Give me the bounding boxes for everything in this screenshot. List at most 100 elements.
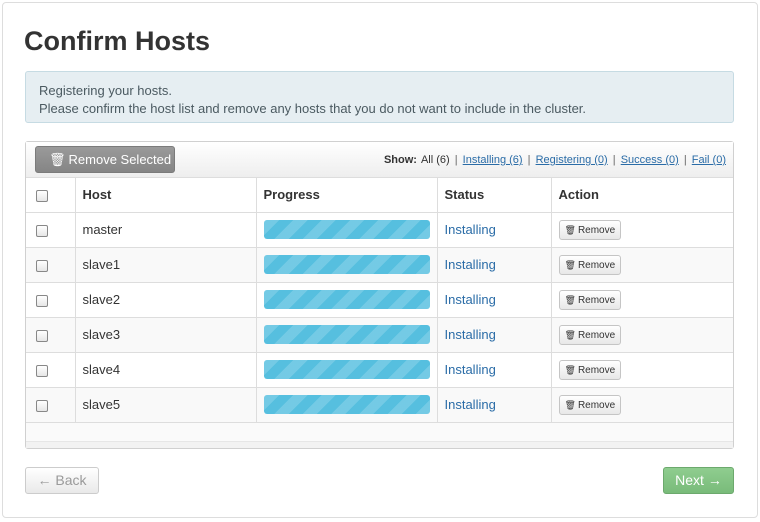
row-remove-button[interactable]: 🗑 Remove — [558, 359, 622, 380]
filter-separator: | — [683, 154, 687, 166]
info-alert: Registering your hosts. Please confirm t… — [25, 71, 734, 123]
filter-success[interactable]: Success (0) — [621, 154, 679, 166]
column-header-status: Status — [437, 178, 552, 213]
progress-bar-fill — [263, 220, 430, 239]
table-row: slave3 Installing 🗑 Remove — [26, 317, 733, 353]
action-cell: 🗑 Remove — [551, 352, 733, 388]
row-remove-label: Remove — [577, 329, 616, 341]
progress-bar — [263, 255, 430, 274]
row-remove-label: Remove — [577, 259, 616, 271]
show-label: Show: — [383, 154, 417, 166]
progress-bar — [263, 395, 430, 414]
table-row: slave4 Installing 🗑 Remove — [26, 352, 733, 388]
trash-icon: 🗑 — [564, 399, 576, 410]
status-link[interactable]: Installing — [445, 222, 496, 237]
row-select-cell — [26, 387, 76, 423]
row-select-cell — [26, 247, 76, 283]
info-line-confirm: Please confirm the host list and remove … — [39, 101, 587, 116]
filter-separator: | — [454, 154, 458, 166]
row-checkbox[interactable] — [36, 259, 48, 272]
progress-bar — [263, 220, 430, 239]
status-link[interactable]: Installing — [445, 292, 496, 307]
trash-icon: 🗑 — [49, 152, 66, 167]
column-header-progress: Progress — [256, 178, 438, 213]
progress-bar — [263, 290, 430, 309]
progress-bar-fill — [263, 395, 430, 414]
row-remove-button[interactable]: 🗑 Remove — [558, 254, 622, 275]
row-remove-button[interactable]: 🗑 Remove — [558, 394, 622, 415]
status-cell: Installing — [437, 317, 552, 353]
status-filter: Show: All (6) | Installing (6) | Register… — [384, 154, 726, 166]
next-button[interactable]: Next → — [663, 467, 734, 494]
row-remove-button[interactable]: 🗑 Remove — [558, 219, 622, 240]
host-name: slave3 — [75, 317, 257, 353]
progress-cell — [256, 212, 438, 248]
info-line-registering: Registering your hosts. — [39, 83, 172, 98]
host-name: slave1 — [75, 247, 257, 283]
page-title: Confirm Hosts — [24, 26, 211, 56]
host-name: master — [75, 212, 257, 248]
row-checkbox[interactable] — [36, 224, 48, 237]
row-remove-label: Remove — [577, 224, 616, 236]
progress-cell — [256, 387, 438, 423]
filter-separator: | — [612, 154, 616, 166]
progress-bar — [263, 325, 430, 344]
host-name: slave4 — [75, 352, 257, 388]
progress-bar-fill — [263, 290, 430, 309]
row-remove-label: Remove — [577, 294, 616, 306]
progress-cell — [256, 317, 438, 353]
host-name: slave5 — [75, 387, 257, 423]
status-cell: Installing — [437, 387, 552, 423]
table-row: slave2 Installing 🗑 Remove — [26, 282, 733, 318]
back-button[interactable]: ← Back — [25, 467, 99, 494]
table-row: slave5 Installing 🗑 Remove — [26, 387, 733, 423]
action-cell: 🗑 Remove — [551, 282, 733, 318]
row-checkbox[interactable] — [36, 399, 48, 412]
progress-cell — [256, 247, 438, 283]
action-cell: 🗑 Remove — [551, 387, 733, 423]
progress-bar-fill — [263, 325, 430, 344]
progress-cell — [256, 352, 438, 388]
hosts-toolbar: 🗑 Remove Selected Show: All (6) | Installi… — [26, 142, 733, 178]
column-header-action: Action — [551, 178, 733, 213]
column-header-host: Host — [75, 178, 257, 213]
row-select-cell — [26, 317, 76, 353]
row-remove-button[interactable]: 🗑 Remove — [558, 324, 622, 345]
progress-bar-fill — [263, 255, 430, 274]
status-link[interactable]: Installing — [445, 397, 496, 412]
trash-icon: 🗑 — [564, 259, 576, 270]
filter-fail[interactable]: Fail (0) — [692, 154, 726, 166]
remove-selected-label: Remove Selected — [68, 152, 172, 167]
trash-icon: 🗑 — [564, 294, 576, 305]
status-cell: Installing — [437, 212, 552, 248]
status-link[interactable]: Installing — [445, 257, 496, 272]
row-remove-label: Remove — [577, 364, 616, 376]
action-cell: 🗑 Remove — [551, 247, 733, 283]
filter-registering[interactable]: Registering (0) — [536, 154, 608, 166]
row-remove-label: Remove — [577, 399, 616, 411]
row-select-cell — [26, 212, 76, 248]
select-all-checkbox[interactable] — [36, 189, 48, 202]
trash-icon: 🗑 — [564, 364, 576, 375]
hosts-table: Host Progress Status Action master Instal… — [26, 178, 733, 423]
action-cell: 🗑 Remove — [551, 212, 733, 248]
progress-bar-fill — [263, 360, 430, 379]
select-all-cell — [26, 178, 76, 213]
row-select-cell — [26, 282, 76, 318]
status-cell: Installing — [437, 352, 552, 388]
filter-installing[interactable]: Installing (6) — [463, 154, 523, 166]
filter-all[interactable]: All (6) — [421, 154, 450, 166]
row-remove-button[interactable]: 🗑 Remove — [558, 289, 622, 310]
hosts-box: 🗑 Remove Selected Show: All (6) | Installi… — [25, 141, 734, 449]
row-checkbox[interactable] — [36, 294, 48, 307]
status-link[interactable]: Installing — [445, 327, 496, 342]
status-link[interactable]: Installing — [445, 362, 496, 377]
row-checkbox[interactable] — [36, 329, 48, 342]
trash-icon: 🗑 — [564, 224, 576, 235]
hosts-box-footer — [26, 441, 733, 448]
table-row: master Installing 🗑 Remove — [26, 212, 733, 248]
action-cell: 🗑 Remove — [551, 317, 733, 353]
trash-icon: 🗑 — [564, 329, 576, 340]
row-checkbox[interactable] — [36, 364, 48, 377]
remove-selected-button[interactable]: 🗑 Remove Selected — [35, 146, 175, 173]
